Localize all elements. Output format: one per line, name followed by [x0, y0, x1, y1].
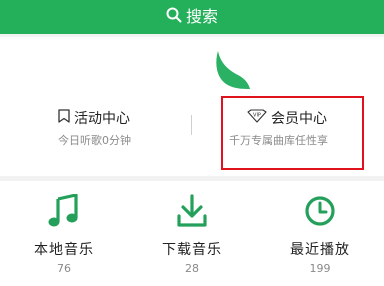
- activity-center-card[interactable]: 活动中心 今日听歌0分钟: [20, 96, 180, 172]
- local-music-label: 本地音乐: [34, 242, 94, 258]
- activity-center-subtitle: 今日听歌0分钟: [58, 134, 131, 147]
- activity-center-title: 活动中心: [74, 111, 130, 127]
- recent-play-tile[interactable]: 最近播放 199: [256, 181, 384, 286]
- bookmark-icon: [58, 109, 70, 127]
- download-music-label: 下载音乐: [162, 242, 222, 258]
- music-tiles: 本地音乐 76 下载音乐 28 最近播放 199: [0, 181, 384, 286]
- search-label: 搜索: [185, 7, 218, 26]
- card-divider: [191, 115, 192, 135]
- download-music-count: 28: [185, 262, 199, 275]
- recent-play-label: 最近播放: [290, 242, 350, 258]
- search-button[interactable]: 搜索: [0, 0, 384, 30]
- recent-play-count: 199: [309, 262, 331, 275]
- download-music-tile[interactable]: 下载音乐 28: [128, 181, 256, 286]
- highlight-box: [221, 96, 364, 170]
- local-music-tile[interactable]: 本地音乐 76: [0, 181, 128, 286]
- leaf-icon: [212, 49, 252, 95]
- local-music-count: 76: [57, 262, 71, 275]
- search-icon: [166, 7, 182, 23]
